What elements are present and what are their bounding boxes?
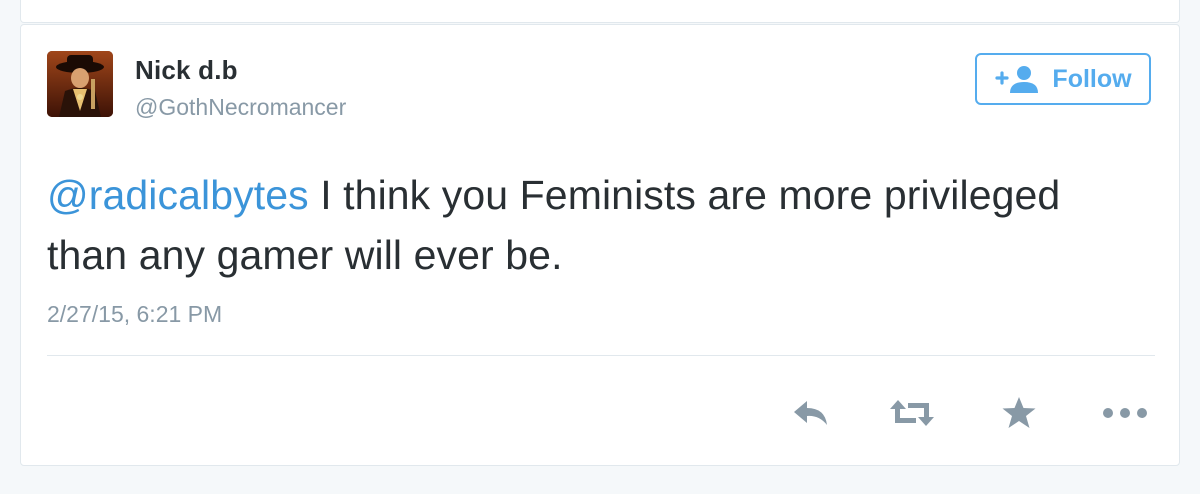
reply-icon <box>794 401 827 425</box>
reply-button[interactable] <box>787 393 835 433</box>
favorite-button[interactable] <box>997 393 1041 433</box>
follow-button[interactable]: Follow <box>975 53 1151 105</box>
page: Nick d.b @GothNecromancer Follow @radica… <box>0 0 1200 494</box>
retweet-button[interactable] <box>885 393 939 433</box>
mention-link[interactable]: @radicalbytes <box>47 172 309 218</box>
avatar-image <box>47 51 113 117</box>
divider <box>47 355 1155 356</box>
follow-label: Follow <box>1052 64 1132 93</box>
tweet-card: Nick d.b @GothNecromancer Follow @radica… <box>20 24 1180 466</box>
more-button[interactable] <box>1099 393 1151 433</box>
tweet-text: @radicalbytes I think you Feminists are … <box>47 165 1147 285</box>
retweet-icon <box>890 400 934 426</box>
author-display-name[interactable]: Nick d.b <box>135 55 238 86</box>
tweet-actions <box>21 393 1179 433</box>
tweet-timestamp[interactable]: 2/27/15, 6:21 PM <box>47 301 222 328</box>
add-user-icon <box>994 64 1040 94</box>
more-dots-icon <box>1103 408 1147 418</box>
author-screen-name[interactable]: @GothNecromancer <box>135 94 346 121</box>
previous-card <box>20 0 1180 23</box>
avatar[interactable] <box>47 51 113 117</box>
star-icon <box>1002 397 1036 428</box>
